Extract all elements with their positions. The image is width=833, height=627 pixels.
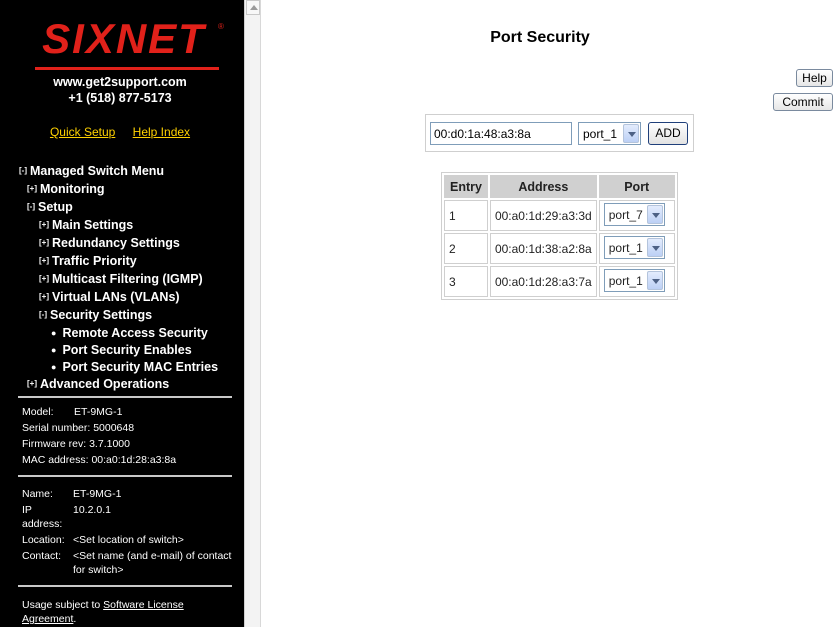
expand-toggle-icon[interactable]: [+] [27,184,37,193]
row-port-select[interactable]: port_1 [603,268,665,292]
dropdown-arrow-icon[interactable] [646,237,663,257]
sidebar-scrollbar[interactable] [244,0,261,627]
expand-toggle-icon[interactable]: [+] [39,274,49,283]
port-select[interactable]: port_1 [578,122,641,145]
collapse-toggle-icon[interactable]: [-] [19,166,27,175]
menu-item-multicast-filtering[interactable]: [+] Multicast Filtering (IGMP) [19,271,218,289]
dropdown-arrow-icon[interactable] [646,270,663,290]
bullet-icon: ● [51,345,57,355]
help-button[interactable]: Help [796,69,833,87]
dropdown-arrow-icon[interactable] [623,124,639,143]
menu-item-managed-switch[interactable]: [-] Managed Switch Menu [19,163,218,181]
dropdown-arrow-icon[interactable] [646,204,663,224]
collapse-toggle-icon[interactable]: [-] [27,202,35,211]
column-header-entry: Entry [444,175,488,198]
serial-value: 5000648 [93,422,135,434]
address-cell: 00:a0:1d:38:a2:8a [489,233,597,264]
menu-item-port-security-mac-entries[interactable]: ● Port Security MAC Entries [19,359,218,376]
divider [18,475,232,477]
quick-setup-link[interactable]: Quick Setup [50,125,115,139]
entry-cell: 2 [444,233,488,264]
managed-switch-menu: [-] Managed Switch Menu [+] Monitoring [-]… [19,163,218,394]
address-cell: 00:a0:1d:29:a3:3d [489,200,597,231]
row-port-select[interactable]: port_7 [603,202,665,226]
table-header-row: Entry Address Port [444,175,675,198]
table-row: 1 00:a0:1d:29:a3:3d port_7 [444,200,675,231]
license-link[interactable]: Agreement [22,613,73,625]
quick-links: Quick Setup Help Index [0,125,240,139]
port-cell: port_7 [598,200,675,231]
add-entry-form: port_1 ADD [425,114,694,152]
expand-toggle-icon[interactable]: [+] [39,220,49,229]
menu-item-redundancy-settings[interactable]: [+] Redundancy Settings [19,235,218,253]
sidebar: SIXNET ® www.get2support.com +1 (518) 87… [0,0,244,627]
menu-item-virtual-lans[interactable]: [+] Virtual LANs (VLANs) [19,289,218,307]
port-cell: port_1 [598,233,675,264]
column-header-address: Address [489,175,597,198]
menu-item-port-security-enables[interactable]: ● Port Security Enables [19,342,218,359]
port-cell: port_1 [598,266,675,297]
contact-value: <Set name (and e-mail) of contact [73,550,232,562]
bullet-icon: ● [51,362,57,372]
table-row: 2 00:a0:1d:38:a2:8a port_1 [444,233,675,264]
menu-item-traffic-priority[interactable]: [+] Traffic Priority [19,253,218,271]
firmware-value: 3.7.1000 [89,438,130,450]
menu-item-setup[interactable]: [-] Setup [19,199,218,217]
column-header-port: Port [598,175,675,198]
menu-item-advanced-operations[interactable]: [+] Advanced Operations [19,376,218,394]
switch-name-value: ET-9MG-1 [73,488,122,500]
mac-address-input[interactable] [430,122,572,145]
expand-toggle-icon[interactable]: [+] [39,292,49,301]
device-info: Model: ET-9MG-1 Serial number: 5000648 Fi… [22,406,177,466]
add-button[interactable]: ADD [648,122,688,145]
commit-button[interactable]: Commit [773,93,833,111]
collapse-toggle-icon[interactable]: [-] [39,310,47,319]
table-row: 3 00:a0:1d:28:a3:7a port_1 [444,266,675,297]
bullet-icon: ● [51,328,57,338]
scroll-up-arrow-icon[interactable] [246,0,260,15]
page-title: Port Security [490,29,590,46]
expand-toggle-icon[interactable]: [+] [39,256,49,265]
license-notice: Usage subject to Software License Agreem… [22,599,184,625]
help-index-link[interactable]: Help Index [133,125,190,139]
location-value: <Set location of switch> [73,534,184,546]
license-link[interactable]: Software License [103,599,184,611]
mac-value: 00:a0:1d:28:a3:8a [91,454,177,466]
address-cell: 00:a0:1d:28:a3:7a [489,266,597,297]
divider [18,585,232,587]
support-url: www.get2support.com [53,75,187,89]
menu-item-main-settings[interactable]: [+] Main Settings [19,217,218,235]
divider [18,396,232,398]
ip-value: 10.2.0.1 [73,504,111,516]
entry-cell: 3 [444,266,488,297]
model-value: ET-9MG-1 [74,406,123,418]
expand-toggle-icon[interactable]: [+] [27,379,37,388]
menu-item-monitoring[interactable]: [+] Monitoring [19,181,218,199]
entry-cell: 1 [444,200,488,231]
row-port-select[interactable]: port_1 [603,235,665,259]
support-phone: +1 (518) 877-5173 [68,91,172,105]
mac-entries-table: Entry Address Port 1 00:a0:1d:29:a3:3d p… [441,172,678,300]
menu-item-remote-access-security[interactable]: ● Remote Access Security [19,325,218,342]
sixnet-logo: SIXNET ® [29,15,224,70]
menu-item-security-settings[interactable]: [-] Security Settings [19,307,218,325]
expand-toggle-icon[interactable]: [+] [39,238,49,247]
